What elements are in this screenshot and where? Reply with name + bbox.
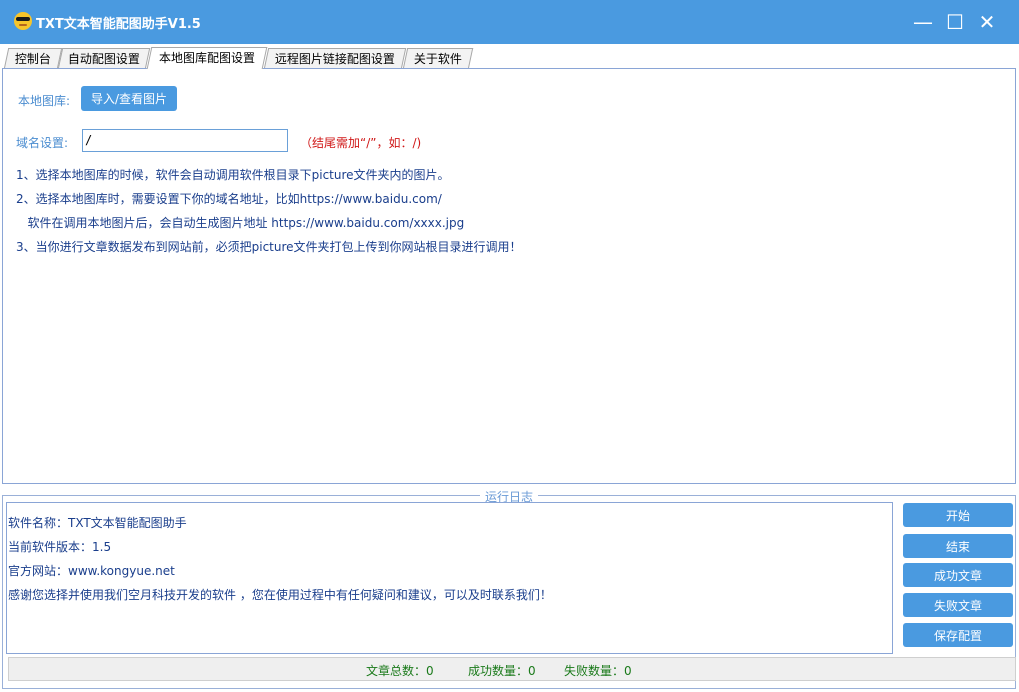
- stop-button[interactable]: 结束: [903, 534, 1013, 558]
- domain-label: 域名设置:: [16, 136, 69, 150]
- tab-local-library-settings[interactable]: 本地图库配图设置: [146, 47, 268, 69]
- import-view-images-button[interactable]: 导入/查看图片: [81, 86, 177, 111]
- close-button[interactable]: ✕: [970, 0, 1004, 44]
- local-library-label: 本地图库:: [18, 94, 71, 108]
- success-articles-button[interactable]: 成功文章: [903, 563, 1013, 587]
- domain-input[interactable]: /: [82, 129, 288, 152]
- failed-articles-button[interactable]: 失败文章: [903, 593, 1013, 617]
- instruction-1: 1、选择本地图库的时候，软件会自动调用软件根目录下picture文件夹内的图片。: [16, 168, 450, 182]
- failed-count: 失败数量：0: [564, 664, 632, 678]
- log-line-version: 当前软件版本：1.5: [8, 540, 112, 554]
- log-line-software-name: 软件名称：TXT文本智能配图助手: [8, 516, 187, 530]
- tab-console[interactable]: 控制台: [3, 48, 63, 69]
- save-config-button[interactable]: 保存配置: [903, 623, 1013, 647]
- tab-about[interactable]: 关于软件: [402, 48, 474, 69]
- instruction-2-continued: 软件在调用本地图片后，会自动生成图片地址 https://www.baidu.c…: [16, 216, 465, 230]
- domain-hint: （结尾需加“/”，如：/): [300, 136, 422, 150]
- log-line-thanks: 感谢您选择并使用我们空月科技开发的软件 ，您在使用过程中有任何疑问和建议，可以及…: [8, 588, 552, 602]
- sunglasses-face-icon: [14, 12, 32, 30]
- tab-remote-link-settings[interactable]: 远程图片链接配图设置: [263, 48, 407, 69]
- total-articles-count: 文章总数：0: [366, 664, 434, 678]
- start-button[interactable]: 开始: [903, 503, 1013, 527]
- success-count: 成功数量：0: [468, 664, 536, 678]
- instruction-3: 3、当你进行文章数据发布到网站前，必须把picture文件夹打包上传到你网站根目…: [16, 240, 522, 254]
- window-title: TXT文本智能配图助手V1.5: [36, 17, 201, 32]
- instruction-2: 2、选择本地图库时，需要设置下你的域名地址，比如https://www.baid…: [16, 192, 442, 206]
- title-bar: TXT文本智能配图助手V1.5 — ☐ ✕: [0, 0, 1019, 44]
- maximize-button[interactable]: ☐: [938, 0, 972, 44]
- tab-auto-image-settings[interactable]: 自动配图设置: [57, 48, 151, 69]
- log-line-website: 官方网站：www.kongyue.net: [8, 564, 175, 578]
- minimize-button[interactable]: —: [906, 0, 940, 44]
